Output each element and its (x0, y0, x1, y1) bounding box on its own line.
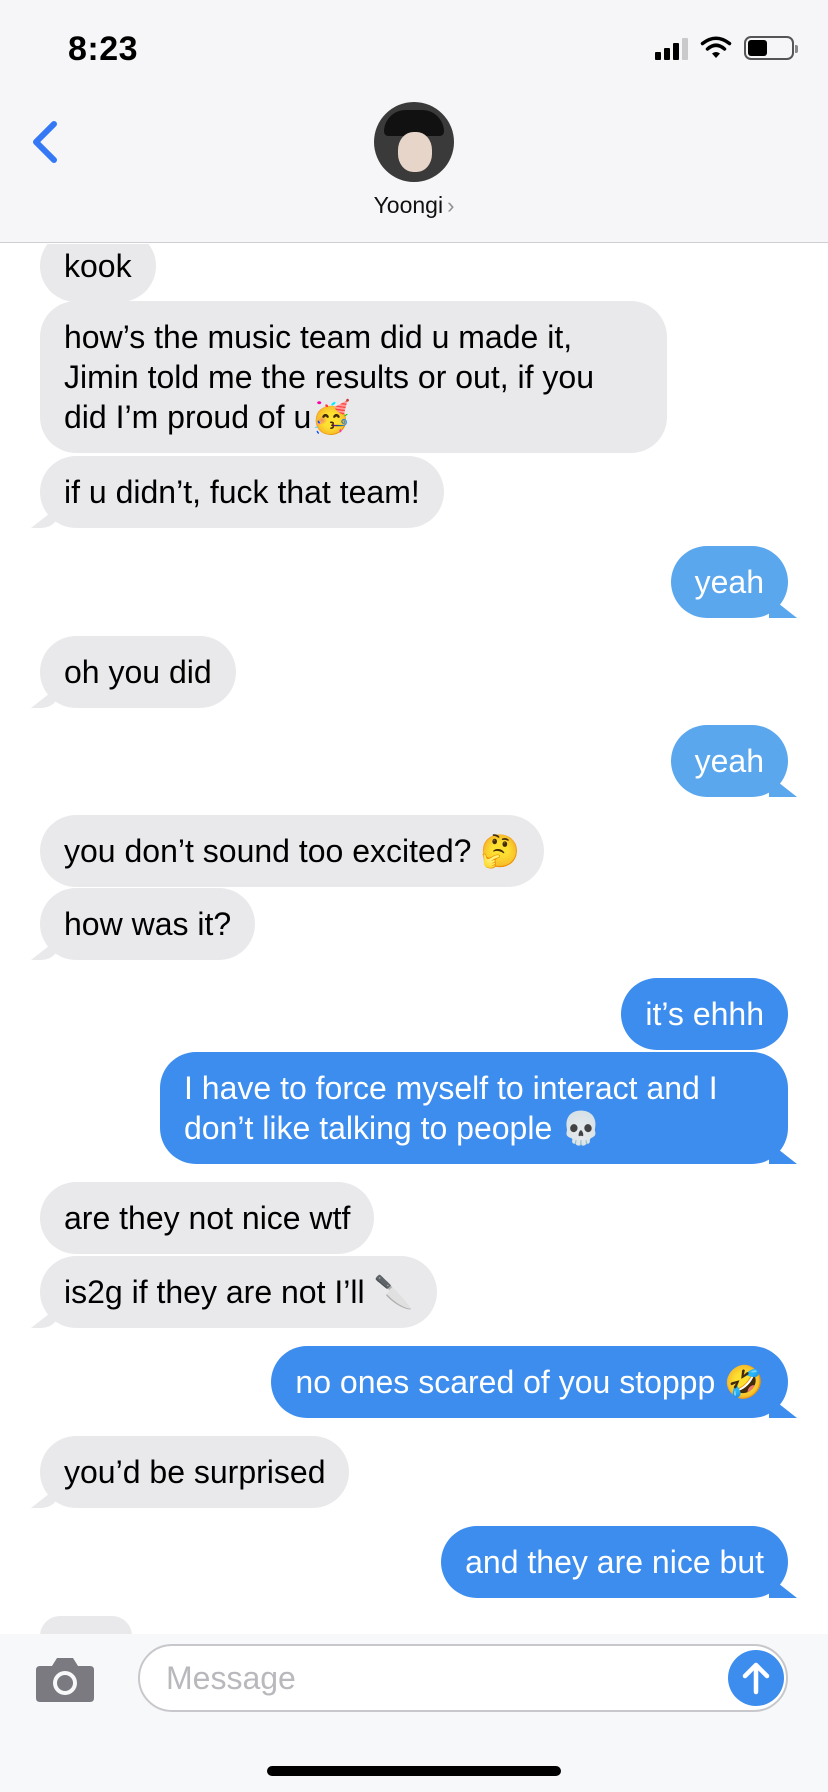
incoming-message[interactable]: you don’t sound too excited? 🤔 (40, 815, 545, 887)
incoming-message[interactable]: you’d be surprised (40, 1436, 350, 1508)
conversation-header: Yoongi › (0, 100, 828, 243)
avatar-face (398, 132, 432, 172)
contact-name: Yoongi (373, 192, 444, 218)
incoming-message[interactable]: how’s the music team did u made it, Jimi… (40, 301, 667, 453)
incoming-message[interactable]: kook (40, 244, 156, 302)
message-input[interactable] (138, 1644, 788, 1712)
status-bar: 8:23 (0, 0, 828, 100)
message-thread[interactable]: kook how’s the music team did u made it,… (0, 244, 828, 1634)
incoming-message[interactable]: if u didn’t, fuck that team! (40, 456, 444, 528)
outgoing-message[interactable]: yeah (670, 546, 788, 618)
outgoing-message[interactable]: I have to force myself to interact and I… (160, 1052, 788, 1164)
outgoing-message[interactable]: it’s ehhh (621, 978, 788, 1050)
outgoing-message[interactable]: yeah (670, 725, 788, 797)
status-time: 8:23 (68, 30, 139, 68)
incoming-message[interactable]: are they not nice wtf (40, 1182, 375, 1254)
incoming-message[interactable]: is2g if they are not I’ll 🔪 (40, 1256, 438, 1328)
arrow-up-icon (742, 1662, 770, 1695)
contact-avatar[interactable] (374, 102, 454, 182)
cellular-signal-icon (655, 36, 688, 60)
outgoing-message[interactable]: no ones scared of you stoppp 🤣 (271, 1346, 788, 1418)
home-indicator[interactable] (267, 1766, 561, 1776)
battery-icon (744, 36, 798, 60)
status-icons (655, 36, 798, 60)
incoming-message[interactable]: how was it? (40, 888, 256, 960)
contact-name-button[interactable]: Yoongi › (0, 192, 828, 219)
send-button[interactable] (728, 1650, 784, 1706)
outgoing-message[interactable]: and they are nice but (441, 1526, 788, 1598)
wifi-icon (700, 36, 732, 58)
camera-icon[interactable] (34, 1654, 96, 1704)
chevron-right-icon: › (447, 193, 455, 218)
incoming-message-partial (40, 1616, 132, 1634)
incoming-message[interactable]: oh you did (40, 636, 236, 708)
chevron-left-icon[interactable] (28, 114, 68, 170)
